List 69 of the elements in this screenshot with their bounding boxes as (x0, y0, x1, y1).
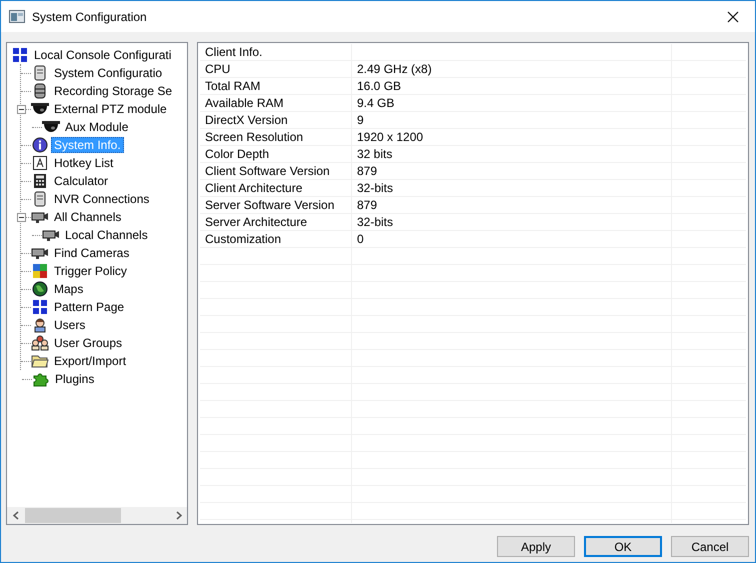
property-label: Client Architecture (204, 180, 302, 196)
tree-item[interactable]: Local Channels (62, 227, 151, 243)
property-label: Server Software Version (204, 197, 334, 213)
tree-item[interactable]: User Groups (51, 335, 126, 351)
tree-item[interactable]: Find Cameras (51, 245, 132, 261)
server-icon (32, 65, 48, 81)
camera-icon (31, 246, 49, 260)
dome-camera-icon (42, 120, 60, 134)
default-button[interactable]: OK (584, 536, 662, 557)
scroll-thumb[interactable] (25, 508, 121, 523)
tree-item[interactable]: Aux Module (62, 119, 132, 135)
tree-item[interactable]: Recording Storage Se (51, 83, 176, 99)
user-icon (32, 317, 48, 333)
database-icon (32, 83, 48, 99)
folder-icon (31, 353, 49, 369)
puzzle-icon (32, 371, 50, 387)
users-icon (31, 335, 49, 351)
globe-icon (32, 281, 48, 297)
property-value: 879 (356, 163, 378, 179)
property-value: 32-bits (356, 180, 394, 196)
color-grid-icon (32, 263, 48, 279)
tree-item[interactable]: Pattern Page (51, 299, 128, 315)
property-label: Client Software Version (204, 163, 330, 179)
tree-item[interactable]: Users (51, 317, 88, 333)
tree-item[interactable]: All Channels (51, 209, 124, 225)
property-value: 9 (356, 112, 364, 128)
tree-item[interactable]: Maps (51, 281, 86, 297)
horizontal-scrollbar[interactable] (7, 507, 187, 524)
property-label: DirectX Version (204, 112, 288, 128)
window-icon (9, 10, 25, 23)
property-value: 16.0 GB (356, 78, 402, 94)
property-label: Color Depth (204, 146, 270, 162)
calculator-icon (32, 173, 48, 189)
property-value: 32 bits (356, 146, 392, 162)
tree-item[interactable]: External PTZ module (51, 101, 170, 117)
collapse-icon[interactable] (17, 213, 26, 222)
property-value: 879 (356, 197, 378, 213)
property-value: 0 (356, 231, 364, 247)
property-label: Server Architecture (204, 214, 308, 230)
tree-item[interactable]: Hotkey List (51, 155, 116, 171)
dialog-button[interactable]: Apply (497, 536, 575, 557)
tree-item[interactable]: Local Console Configurati (31, 47, 174, 63)
property-label: Client Info. (204, 44, 262, 60)
camera-icon (42, 228, 60, 242)
tree-item[interactable]: Calculator (51, 173, 112, 189)
grid-icon (32, 299, 48, 315)
property-label: CPU (204, 61, 230, 77)
camera-icon (31, 210, 49, 224)
tree-item[interactable]: Export/Import (51, 353, 130, 369)
tree-item[interactable]: NVR Connections (51, 191, 152, 207)
dome-camera-icon (31, 102, 49, 116)
property-value: 32-bits (356, 214, 394, 230)
property-label: Customization (204, 231, 282, 247)
property-label: Available RAM (204, 95, 284, 111)
keyboard-key-icon (32, 155, 48, 171)
property-value: 9.4 GB (356, 95, 394, 111)
property-value: 1920 x 1200 (356, 129, 424, 145)
window-title: System Configuration (32, 10, 148, 24)
tree-item[interactable]: Plugins (52, 371, 98, 387)
grid-icon (12, 47, 28, 63)
collapse-icon[interactable] (17, 105, 26, 114)
property-label: Screen Resolution (204, 129, 304, 145)
dialog-button[interactable]: Cancel (671, 536, 749, 557)
property-value: 2.49 GHz (x8) (356, 61, 432, 77)
tree-item[interactable]: System Configuratio (51, 65, 166, 81)
info-icon (32, 137, 48, 153)
server-icon (32, 191, 48, 207)
tree-item[interactable]: Trigger Policy (51, 263, 130, 279)
property-label: Total RAM (204, 78, 260, 94)
